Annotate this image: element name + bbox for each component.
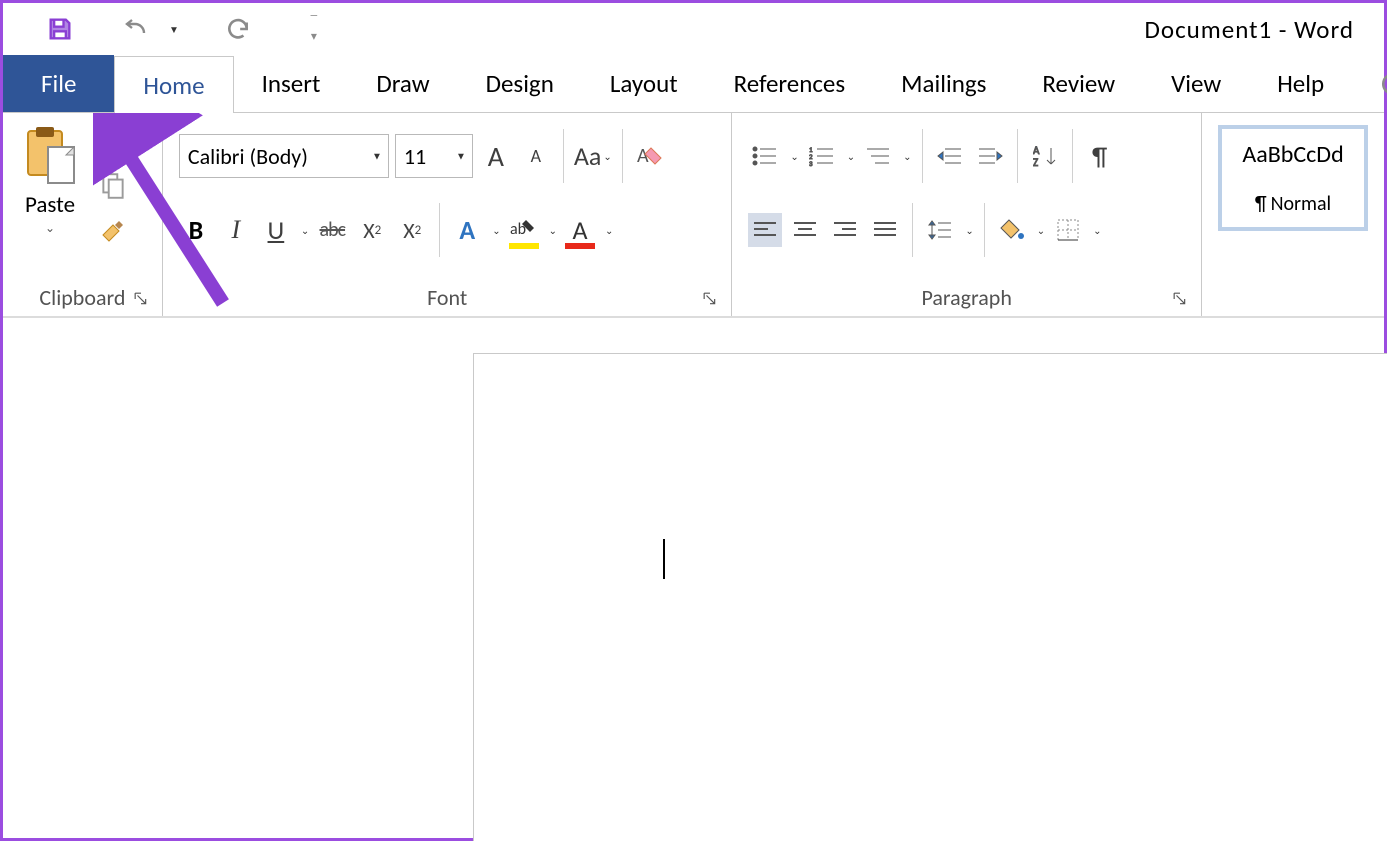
bullets-button[interactable] (748, 139, 782, 173)
paragraph-group-label: Paragraph (921, 284, 1011, 311)
group-styles: AaBbCcDd ¶ Normal (1202, 113, 1384, 316)
multilevel-list-button[interactable] (861, 139, 895, 173)
font-color-dropdown[interactable]: ⌄ (605, 224, 613, 237)
clear-formatting-button[interactable]: A (633, 139, 667, 173)
highlight-button[interactable]: ab (507, 213, 541, 247)
customize-qat-dropdown[interactable]: ‾▾ (297, 12, 331, 46)
tab-references[interactable]: References (706, 55, 874, 112)
tab-view[interactable]: View (1143, 55, 1249, 112)
font-color-button[interactable]: A (563, 213, 597, 247)
decrease-indent-button[interactable] (933, 139, 967, 173)
italic-button[interactable]: I (219, 213, 253, 247)
font-group-label: Font (427, 284, 467, 311)
shading-button[interactable] (995, 213, 1029, 247)
change-case-button[interactable]: Aa⌄ (574, 139, 612, 173)
line-spacing-button[interactable] (923, 213, 957, 247)
numbering-dropdown[interactable]: ⌄ (847, 150, 855, 163)
ribbon-tabs: File Home Insert Draw Design Layout Refe… (3, 55, 1384, 113)
paste-label: Paste (25, 191, 75, 219)
format-painter-button[interactable] (99, 217, 127, 245)
svg-text:Z: Z (1033, 156, 1038, 168)
cut-button[interactable] (100, 129, 126, 155)
tab-insert[interactable]: Insert (234, 55, 349, 112)
tell-me-icon[interactable] (1352, 55, 1387, 112)
tab-draw[interactable]: Draw (348, 55, 457, 112)
borders-dropdown[interactable]: ⌄ (1093, 224, 1101, 237)
style-name: ¶ Normal (1255, 192, 1331, 216)
superscript-button[interactable]: X2 (395, 213, 429, 247)
underline-button[interactable]: U (259, 213, 293, 247)
document-page[interactable] (473, 353, 1387, 841)
text-effects-button[interactable]: A (450, 213, 484, 247)
paste-button[interactable]: Paste ⌄ (13, 119, 87, 236)
save-button[interactable] (43, 12, 77, 46)
paste-dropdown[interactable]: ⌄ (45, 221, 55, 236)
undo-dropdown[interactable]: ▼ (169, 23, 179, 36)
bullets-dropdown[interactable]: ⌄ (790, 150, 798, 163)
align-right-button[interactable] (828, 213, 862, 247)
bold-button[interactable]: B (179, 213, 213, 247)
style-sample: AaBbCcDd (1242, 140, 1343, 169)
tab-review[interactable]: Review (1014, 55, 1143, 112)
align-left-button[interactable] (748, 213, 782, 247)
text-cursor (663, 539, 665, 579)
quick-access-toolbar: ▼ ‾▾ Document1 - Word (3, 3, 1384, 55)
multilevel-dropdown[interactable]: ⌄ (903, 150, 911, 163)
tab-help[interactable]: Help (1249, 55, 1352, 112)
shrink-font-button[interactable]: A (519, 139, 553, 173)
show-hide-button[interactable]: ¶ (1083, 139, 1117, 173)
line-spacing-dropdown[interactable]: ⌄ (965, 224, 973, 237)
tab-design[interactable]: Design (458, 55, 582, 112)
svg-text:3: 3 (809, 159, 813, 167)
style-normal-tile[interactable]: AaBbCcDd ¶ Normal (1218, 125, 1368, 231)
group-paragraph: ⌄ 123 ⌄ ⌄ AZ ¶ ⌄ (732, 113, 1202, 316)
align-center-button[interactable] (788, 213, 822, 247)
text-effects-dropdown[interactable]: ⌄ (492, 224, 500, 237)
undo-button[interactable] (119, 12, 153, 46)
font-name-value: Calibri (Body) (188, 143, 308, 170)
group-clipboard: Paste ⌄ Clipboard (3, 113, 163, 316)
ribbon: Paste ⌄ Clipboard (3, 113, 1384, 318)
sort-button[interactable]: AZ (1028, 139, 1062, 173)
underline-dropdown[interactable]: ⌄ (301, 224, 309, 237)
tab-mailings[interactable]: Mailings (873, 55, 1014, 112)
tab-layout[interactable]: Layout (582, 55, 706, 112)
copy-button[interactable] (100, 171, 126, 201)
clipboard-dialog-launcher[interactable] (134, 292, 152, 310)
font-size-value: 11 (404, 143, 426, 170)
chevron-down-icon: ▼ (372, 150, 382, 163)
chevron-down-icon: ▼ (456, 150, 466, 163)
borders-button[interactable] (1051, 213, 1085, 247)
clipboard-paste-icon (22, 125, 78, 187)
tab-home[interactable]: Home (114, 56, 233, 113)
increase-indent-button[interactable] (973, 139, 1007, 173)
clipboard-group-label: Clipboard (39, 284, 125, 311)
window-title: Document1 - Word (1145, 14, 1354, 45)
justify-button[interactable] (868, 213, 902, 247)
font-dialog-launcher[interactable] (703, 292, 721, 310)
font-size-combo[interactable]: 11 ▼ (395, 134, 473, 178)
group-font: Calibri (Body) ▼ 11 ▼ A A Aa⌄ A B I (163, 113, 733, 316)
tab-file[interactable]: File (3, 55, 114, 112)
highlight-dropdown[interactable]: ⌄ (549, 224, 557, 237)
strikethrough-button[interactable]: abc (315, 213, 349, 247)
grow-font-button[interactable]: A (479, 139, 513, 173)
redo-button[interactable] (221, 12, 255, 46)
numbering-button[interactable]: 123 (805, 139, 839, 173)
shading-dropdown[interactable]: ⌄ (1037, 224, 1045, 237)
font-name-combo[interactable]: Calibri (Body) ▼ (179, 134, 389, 178)
paragraph-dialog-launcher[interactable] (1173, 292, 1191, 310)
subscript-button[interactable]: X2 (355, 213, 389, 247)
